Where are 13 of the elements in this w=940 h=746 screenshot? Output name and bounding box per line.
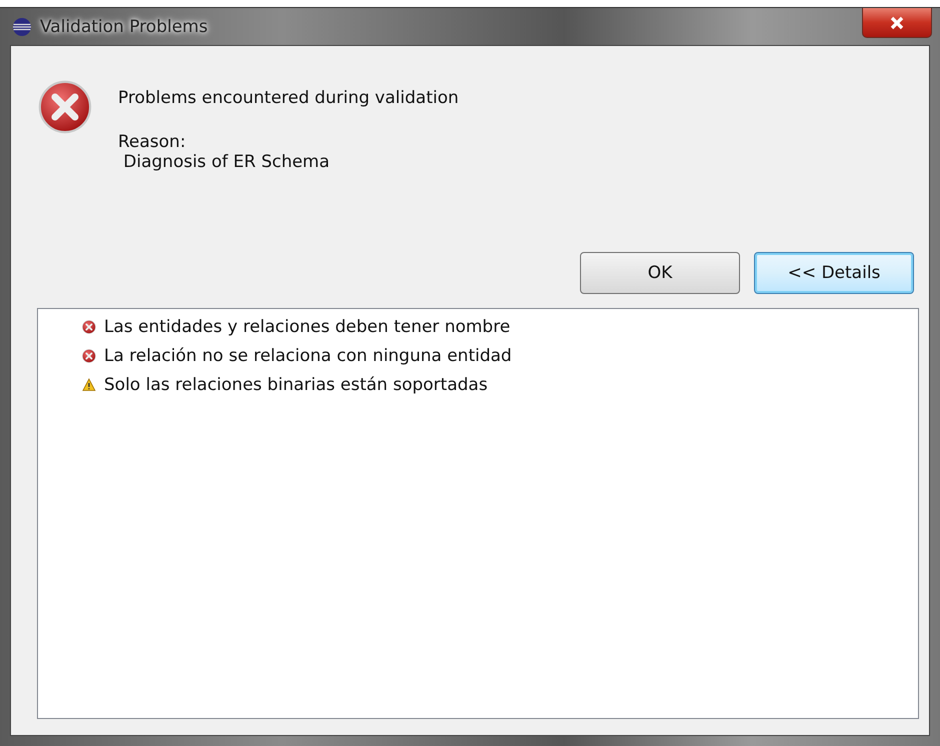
close-button[interactable] <box>862 8 932 38</box>
reason-label: Reason: <box>118 132 187 152</box>
app-globe-icon <box>12 16 32 36</box>
problem-text: Solo las relaciones binarias están soportadas <box>104 375 488 395</box>
window-title: Validation Problems <box>40 16 208 36</box>
error-icon <box>38 80 92 134</box>
ok-button[interactable]: OK <box>580 252 740 294</box>
reason-text: Diagnosis of ER Schema <box>122 152 331 172</box>
message-title: Problems encountered during validation <box>118 88 459 108</box>
details-button[interactable]: << Details <box>754 252 914 294</box>
close-icon <box>889 16 905 30</box>
problem-text: Las entidades y relaciones deben tener nombre <box>104 317 510 337</box>
problem-text: La relación no se relaciona con ninguna entidad <box>104 346 512 366</box>
